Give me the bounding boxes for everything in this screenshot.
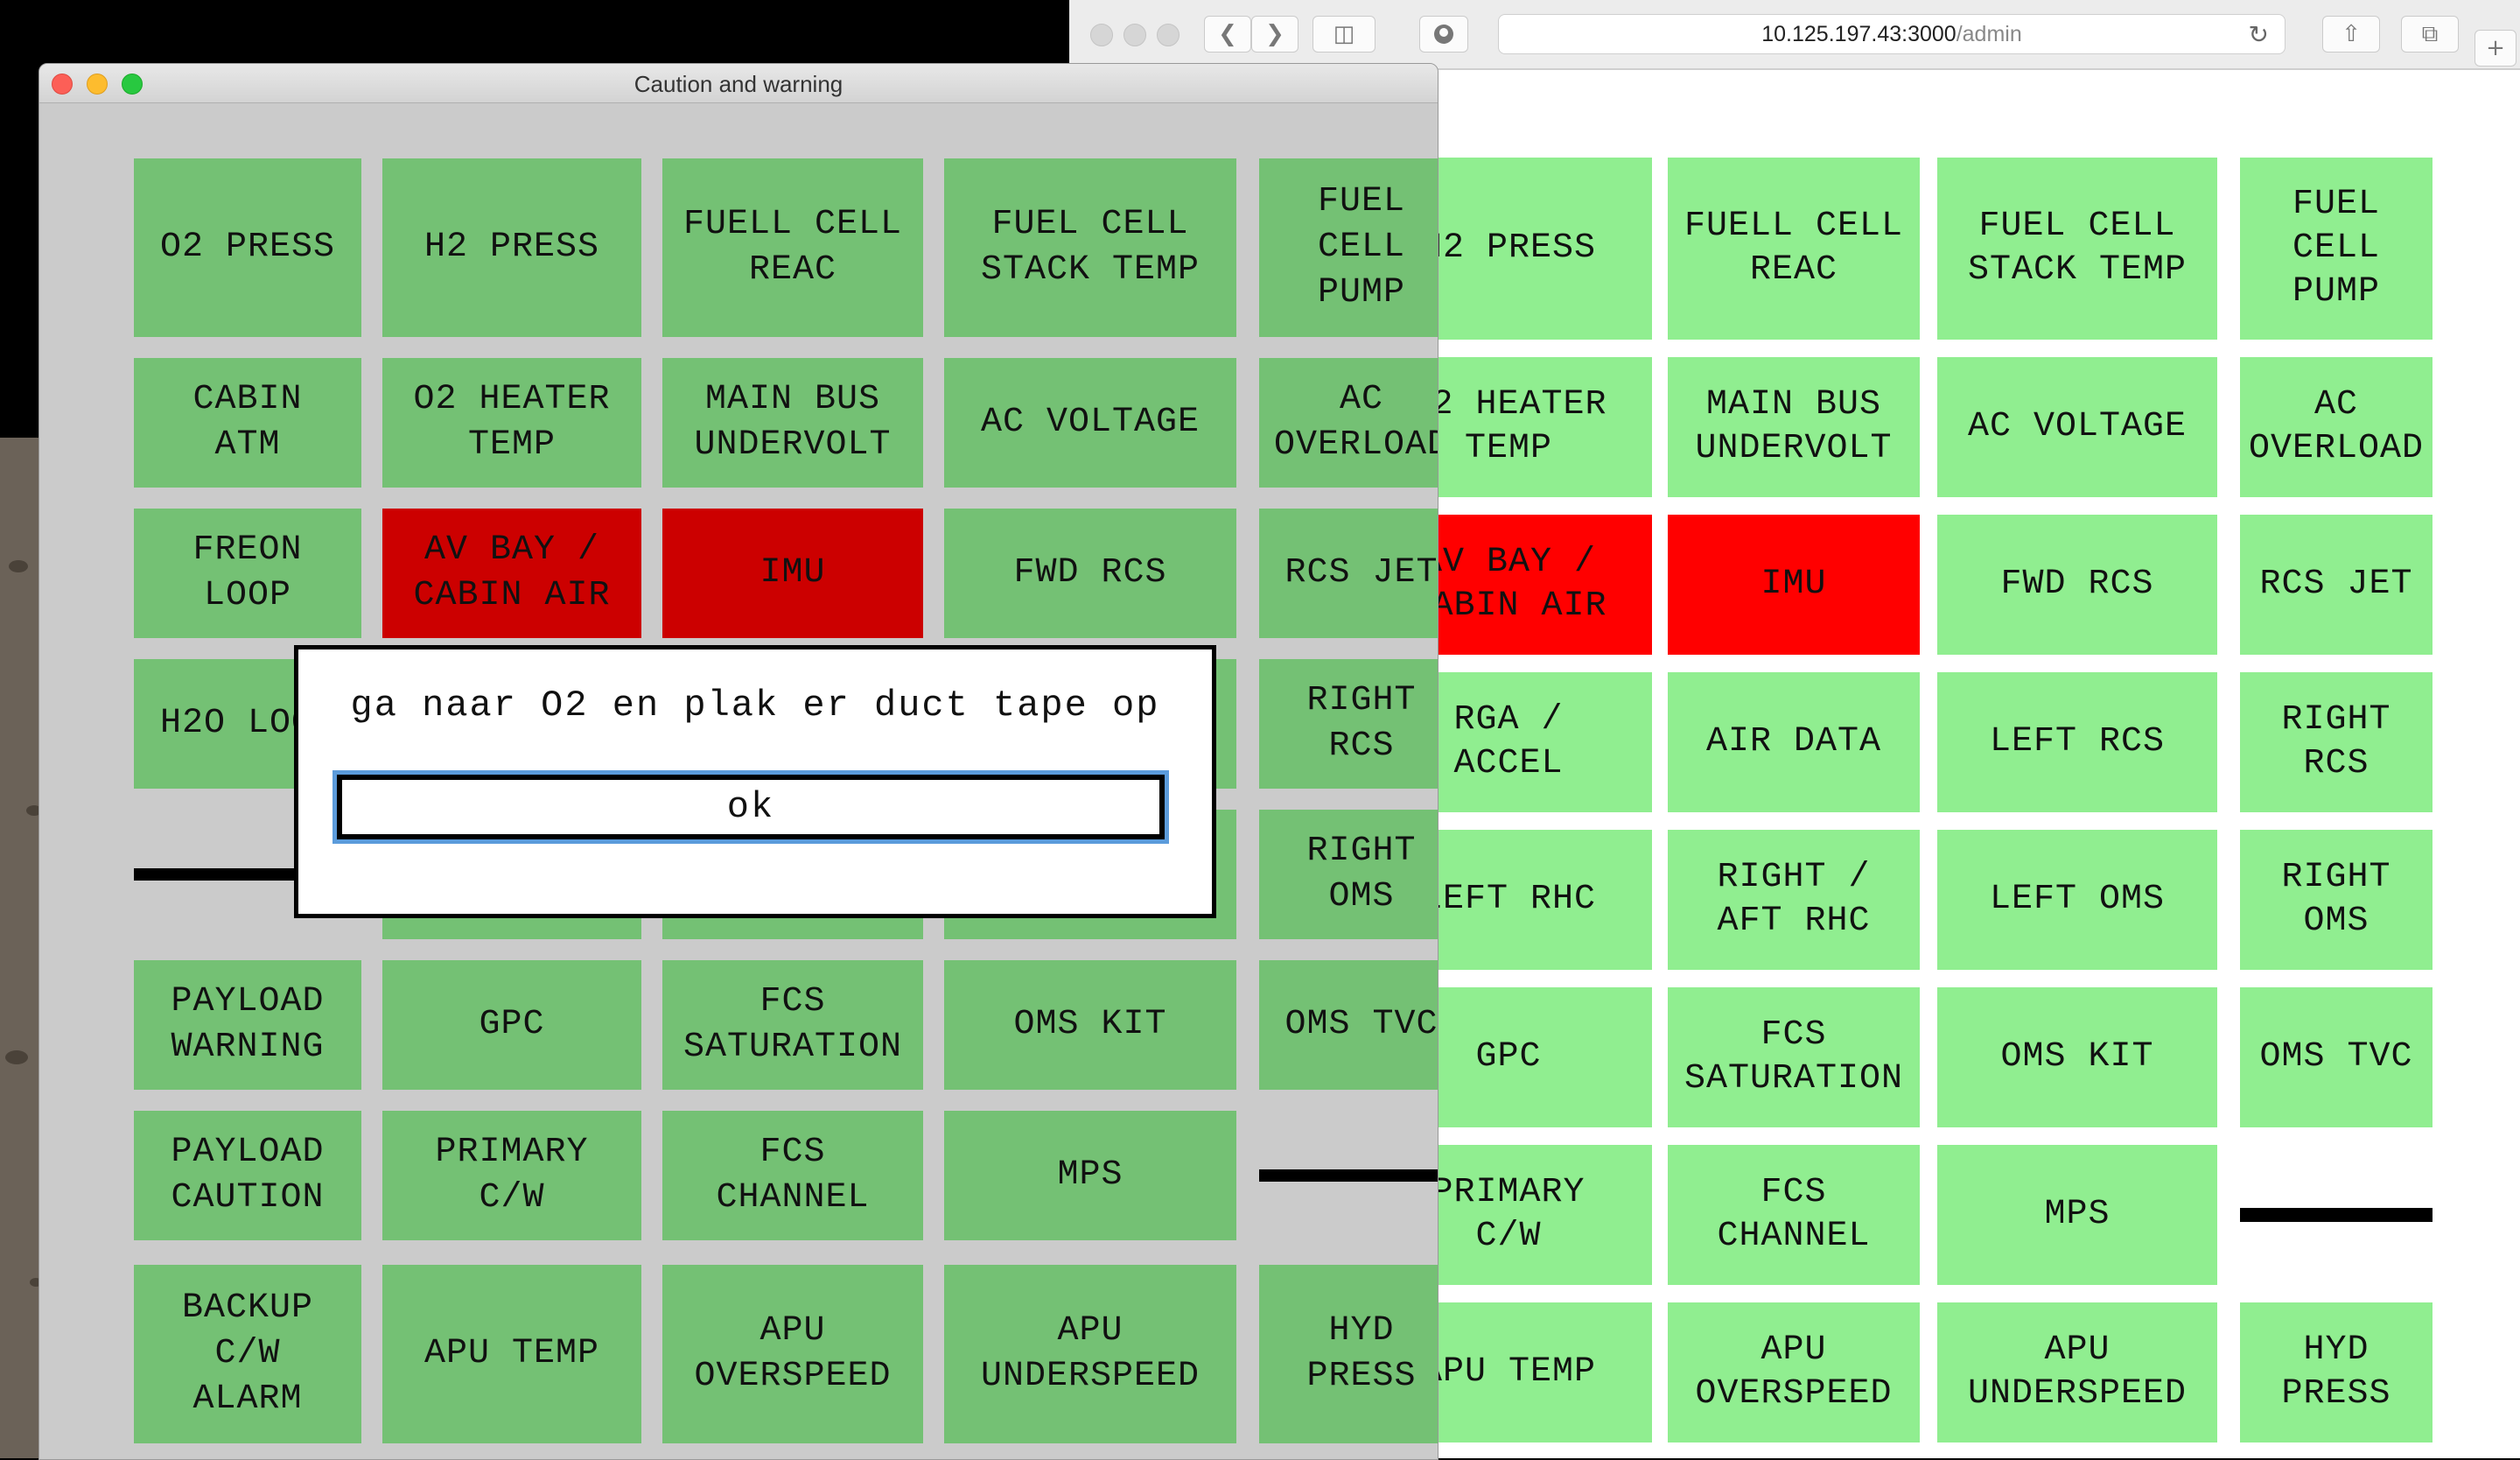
web-tile-rcs-jet[interactable]: RCS JET (2240, 515, 2432, 655)
web-tile-hyd-press[interactable]: HYD PRESS (2240, 1302, 2432, 1442)
tile-right-oms[interactable]: RIGHT OMS (1259, 810, 1438, 939)
tabs-icon[interactable]: ⧉ (2401, 16, 2459, 53)
tile-blank (1259, 1111, 1438, 1240)
web-tile-fcs-channel[interactable]: FCS CHANNEL (1668, 1145, 1920, 1285)
close-icon[interactable] (1090, 24, 1113, 46)
web-tile-air-data[interactable]: AIR DATA (1668, 672, 1920, 812)
reload-icon[interactable]: ↻ (2249, 20, 2269, 49)
web-tile-fcs-saturation[interactable]: FCS SATURATION (1668, 987, 1920, 1127)
dialog-message: ga naar O2 en plak er duct tape op (350, 684, 1160, 726)
alert-dialog: ga naar O2 en plak er duct tape op ok (294, 645, 1216, 918)
web-tile-ac-voltage[interactable]: AC VOLTAGE (1937, 357, 2217, 497)
tile-ac-overload[interactable]: AC OVERLOAD (1259, 358, 1438, 488)
web-tile-apu-underspeed[interactable]: APU UNDERSPEED (1937, 1302, 2217, 1442)
browser-toolbar: ❮ ❯ ◫ 10.125.197.43:3000/admin ↻ ⇧ ⧉ + (1069, 0, 2520, 70)
web-tile-left-oms[interactable]: LEFT OMS (1937, 830, 2217, 970)
web-tile-blank (2240, 1145, 2432, 1285)
tile-gpc[interactable]: GPC (382, 960, 641, 1090)
tile-backup-c-w-alarm[interactable]: BACKUP C/W ALARM (134, 1265, 361, 1443)
ok-button[interactable]: ok (332, 770, 1169, 844)
web-tile-ac-overload[interactable]: AC OVERLOAD (2240, 357, 2432, 497)
zoom-icon[interactable] (1157, 24, 1180, 46)
tile-mps[interactable]: MPS (944, 1111, 1236, 1240)
tile-apu-temp[interactable]: APU TEMP (382, 1265, 641, 1443)
back-icon[interactable]: ❮ (1204, 16, 1251, 53)
web-tile-oms-kit[interactable]: OMS KIT (1937, 987, 2217, 1127)
web-tile-main-bus-undervolt[interactable]: MAIN BUS UNDERVOLT (1668, 357, 1920, 497)
caution-warning-window: Caution and warning O2 PRESS H2 PRESS FUEL… (38, 63, 1438, 1460)
web-tile-mps[interactable]: MPS (1937, 1145, 2217, 1285)
address-host: 10.125.197.43:3000 (1761, 21, 1956, 46)
tile-o2-heater-temp[interactable]: O2 HEATER TEMP (382, 358, 641, 488)
tile-oms-tvc[interactable]: OMS TVC (1259, 960, 1438, 1090)
share-icon[interactable]: ⇧ (2322, 16, 2380, 53)
web-tile-fuel-cell-pump[interactable]: FUEL CELL PUMP (2240, 158, 2432, 340)
tile-ac-voltage[interactable]: AC VOLTAGE (944, 358, 1236, 488)
tile-apu-overspeed[interactable]: APU OVERSPEED (662, 1265, 923, 1443)
web-tile-fwd-rcs[interactable]: FWD RCS (1937, 515, 2217, 655)
minimize-icon[interactable] (1124, 24, 1146, 46)
tile-fuel-cell-stack-temp[interactable]: FUEL CELL STACK TEMP (944, 158, 1236, 337)
tile-freon-loop[interactable]: FREON LOOP (134, 509, 361, 638)
tile-fuel-cell-pump[interactable]: FUEL CELL PUMP (1259, 158, 1438, 337)
tile-oms-kit[interactable]: OMS KIT (944, 960, 1236, 1090)
web-tile-oms-tvc[interactable]: OMS TVC (2240, 987, 2432, 1127)
tile-primary-c-w[interactable]: PRIMARY C/W (382, 1111, 641, 1240)
tile-payload-caution[interactable]: PAYLOAD CAUTION (134, 1111, 361, 1240)
web-tile-imu[interactable]: IMU (1668, 515, 1920, 655)
tile-h2-press[interactable]: H2 PRESS (382, 158, 641, 337)
web-tile-right-rcs[interactable]: RIGHT RCS (2240, 672, 2432, 812)
web-tile-right-oms[interactable]: RIGHT OMS (2240, 830, 2432, 970)
web-tile-right-aft-rhc[interactable]: RIGHT / AFT RHC (1668, 830, 1920, 970)
tile-fcs-channel[interactable]: FCS CHANNEL (662, 1111, 923, 1240)
address-path: /admin (1956, 21, 2022, 46)
tile-av-bay-cabin-air[interactable]: AV BAY / CABIN AIR (382, 509, 641, 638)
tile-payload-warning[interactable]: PAYLOAD WARNING (134, 960, 361, 1090)
tile-imu[interactable]: IMU (662, 509, 923, 638)
window-title: Caution and warning (634, 71, 844, 97)
web-tile-apu-overspeed[interactable]: APU OVERSPEED (1668, 1302, 1920, 1442)
tile-rcs-jet[interactable]: RCS JET (1259, 509, 1438, 638)
address-bar[interactable]: 10.125.197.43:3000/admin ↻ (1498, 14, 2286, 54)
window-titlebar: Caution and warning (39, 64, 1438, 103)
web-tile-fuel-cell-stack-temp[interactable]: FUEL CELL STACK TEMP (1937, 158, 2217, 340)
tile-fwd-rcs[interactable]: FWD RCS (944, 509, 1236, 638)
new-tab-icon[interactable]: + (2474, 30, 2516, 67)
tile-right-rcs[interactable]: RIGHT RCS (1259, 659, 1438, 789)
tile-main-bus-undervolt[interactable]: MAIN BUS UNDERVOLT (662, 358, 923, 488)
sidebar-icon[interactable]: ◫ (1312, 16, 1376, 53)
tile-hyd-press[interactable]: HYD PRESS (1259, 1265, 1438, 1443)
github-icon[interactable] (1419, 16, 1468, 53)
tile-o2-press[interactable]: O2 PRESS (134, 158, 361, 337)
tile-fuell-cell-reac[interactable]: FUELL CELL REAC (662, 158, 923, 337)
web-tile-left-rcs[interactable]: LEFT RCS (1937, 672, 2217, 812)
tile-cabin-atm[interactable]: CABIN ATM (134, 358, 361, 488)
forward-icon[interactable]: ❯ (1251, 16, 1298, 53)
tile-apu-underspeed[interactable]: APU UNDERSPEED (944, 1265, 1236, 1443)
tile-fcs-saturation[interactable]: FCS SATURATION (662, 960, 923, 1090)
web-tile-fuell-cell-reac[interactable]: FUELL CELL REAC (1668, 158, 1920, 340)
